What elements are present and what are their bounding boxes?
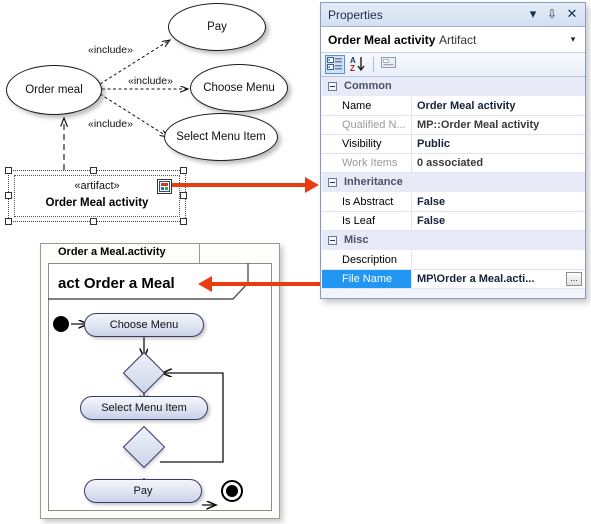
resize-handle-s[interactable]: [90, 218, 97, 225]
resize-handle-se[interactable]: [180, 218, 187, 225]
property-row[interactable]: Work Items 0 associated: [322, 154, 585, 173]
usecase-choose-menu[interactable]: Choose Menu: [190, 64, 288, 112]
collapse-toggle-icon[interactable]: [328, 82, 337, 91]
property-value[interactable]: False: [413, 212, 585, 230]
chevron-down-icon[interactable]: ▾: [525, 6, 541, 23]
artifact-file-icon: [157, 179, 172, 194]
property-value[interactable]: Public: [413, 135, 585, 153]
browse-ellipsis-button[interactable]: ...: [566, 272, 582, 286]
usecase-select-menu-item[interactable]: Select Menu Item: [164, 113, 278, 161]
property-row[interactable]: Is Leaf False: [322, 212, 585, 231]
activity-node-choose-menu[interactable]: Choose Menu: [84, 313, 204, 337]
property-category-common[interactable]: Common: [322, 77, 585, 97]
properties-object-type: Artifact: [439, 33, 477, 47]
usecase-choose-menu-label: Choose Menu: [203, 82, 275, 94]
property-value[interactable]: 0 associated: [413, 154, 585, 172]
property-value[interactable]: [413, 251, 585, 269]
include-label-pay: «include»: [88, 44, 133, 56]
resize-handle-e[interactable]: [180, 192, 187, 199]
property-row[interactable]: File Name MP\Order a Meal.acti......: [322, 270, 585, 289]
property-row[interactable]: Description: [322, 251, 585, 270]
properties-object-name: Order Meal activity: [328, 33, 436, 47]
artifact-to-properties-arrow-line: [172, 183, 306, 187]
properties-grid[interactable]: Common Name Order Meal activity Qualified N…: [322, 77, 585, 297]
property-category-label: Inheritance: [344, 176, 403, 188]
usecase-pay[interactable]: Pay: [168, 3, 266, 51]
resize-handle-sw[interactable]: [5, 218, 12, 225]
property-name[interactable]: File Name: [322, 270, 412, 288]
property-name[interactable]: Is Leaf: [322, 212, 412, 230]
property-row[interactable]: Qualified N... MP::Order Meal activity: [322, 116, 585, 135]
property-value[interactable]: Order Meal activity: [413, 97, 585, 115]
include-label-choose-menu: «include»: [128, 75, 173, 87]
property-category-label: Misc: [344, 234, 369, 246]
property-name[interactable]: Qualified N...: [322, 116, 412, 134]
activity-diagram-tab-label: Order a Meal.activity: [58, 246, 166, 258]
property-category-misc[interactable]: Misc: [322, 231, 585, 251]
property-name[interactable]: Visibility: [322, 135, 412, 153]
activity-node-select-menu-item[interactable]: Select Menu Item: [80, 396, 208, 420]
include-label-select-menu-item: «include»: [88, 118, 133, 130]
activity-node-choose-menu-label: Choose Menu: [109, 319, 179, 331]
artifact-stereotype: «artifact»: [74, 180, 120, 192]
alphabetical-sort-icon[interactable]: A Z: [349, 55, 369, 74]
property-value[interactable]: False: [413, 193, 585, 211]
close-icon[interactable]: ✕: [564, 6, 580, 23]
collapse-toggle-icon[interactable]: [328, 178, 337, 187]
artifact-node[interactable]: «artifact» Order Meal activity: [14, 175, 180, 217]
property-name[interactable]: Work Items: [322, 154, 412, 172]
activity-initial-node: [53, 316, 69, 332]
property-row[interactable]: Name Order Meal activity: [322, 97, 585, 116]
filename-to-activity-arrow-head: [198, 276, 212, 292]
artifact-name: Order Meal activity: [45, 197, 149, 209]
property-name[interactable]: Is Abstract: [322, 193, 412, 211]
property-category-label: Common: [344, 80, 392, 92]
usecase-pay-label: Pay: [207, 21, 227, 33]
collapse-toggle-icon[interactable]: [328, 236, 337, 245]
properties-panel-title: Properties: [328, 8, 383, 22]
properties-panel: Properties ▾ ⇩ ✕ Order Meal activity Art…: [320, 2, 586, 299]
property-row[interactable]: Is Abstract False: [322, 193, 585, 212]
resize-handle-ne[interactable]: [180, 167, 187, 174]
property-name[interactable]: Description: [322, 251, 412, 269]
resize-handle-w[interactable]: [5, 192, 12, 199]
property-category-inheritance[interactable]: Inheritance: [322, 173, 585, 193]
property-value[interactable]: MP\Order a Meal.acti...: [413, 270, 585, 288]
activity-final-node-center: [226, 485, 238, 497]
property-row[interactable]: Visibility Public: [322, 135, 585, 154]
properties-toolbar: A Z: [321, 53, 585, 77]
categorized-view-icon[interactable]: [325, 55, 345, 74]
svg-text:Z: Z: [350, 64, 355, 73]
usecase-order-meal-label: Order meal: [25, 84, 83, 96]
property-value[interactable]: MP::Order Meal activity: [413, 116, 585, 134]
artifact-to-properties-arrow-head: [305, 177, 319, 193]
properties-panel-titlebar: Properties ▾ ⇩ ✕: [321, 3, 585, 27]
activity-node-select-menu-item-label: Select Menu Item: [101, 402, 187, 414]
property-pages-icon[interactable]: [380, 55, 400, 74]
usecase-order-meal[interactable]: Order meal: [6, 65, 102, 115]
activity-node-pay[interactable]: Pay: [84, 479, 202, 503]
resize-handle-n[interactable]: [90, 167, 97, 174]
properties-object-selector[interactable]: Order Meal activity Artifact ▾: [321, 27, 585, 53]
object-selector-chevron-down-icon[interactable]: ▾: [566, 32, 580, 47]
usecase-select-menu-item-label: Select Menu Item: [176, 131, 266, 143]
toolbar-separator: [373, 57, 374, 72]
property-name[interactable]: Name: [322, 97, 412, 115]
resize-handle-nw[interactable]: [5, 167, 12, 174]
pin-icon[interactable]: ⇩: [544, 6, 560, 23]
activity-node-pay-label: Pay: [133, 485, 153, 497]
